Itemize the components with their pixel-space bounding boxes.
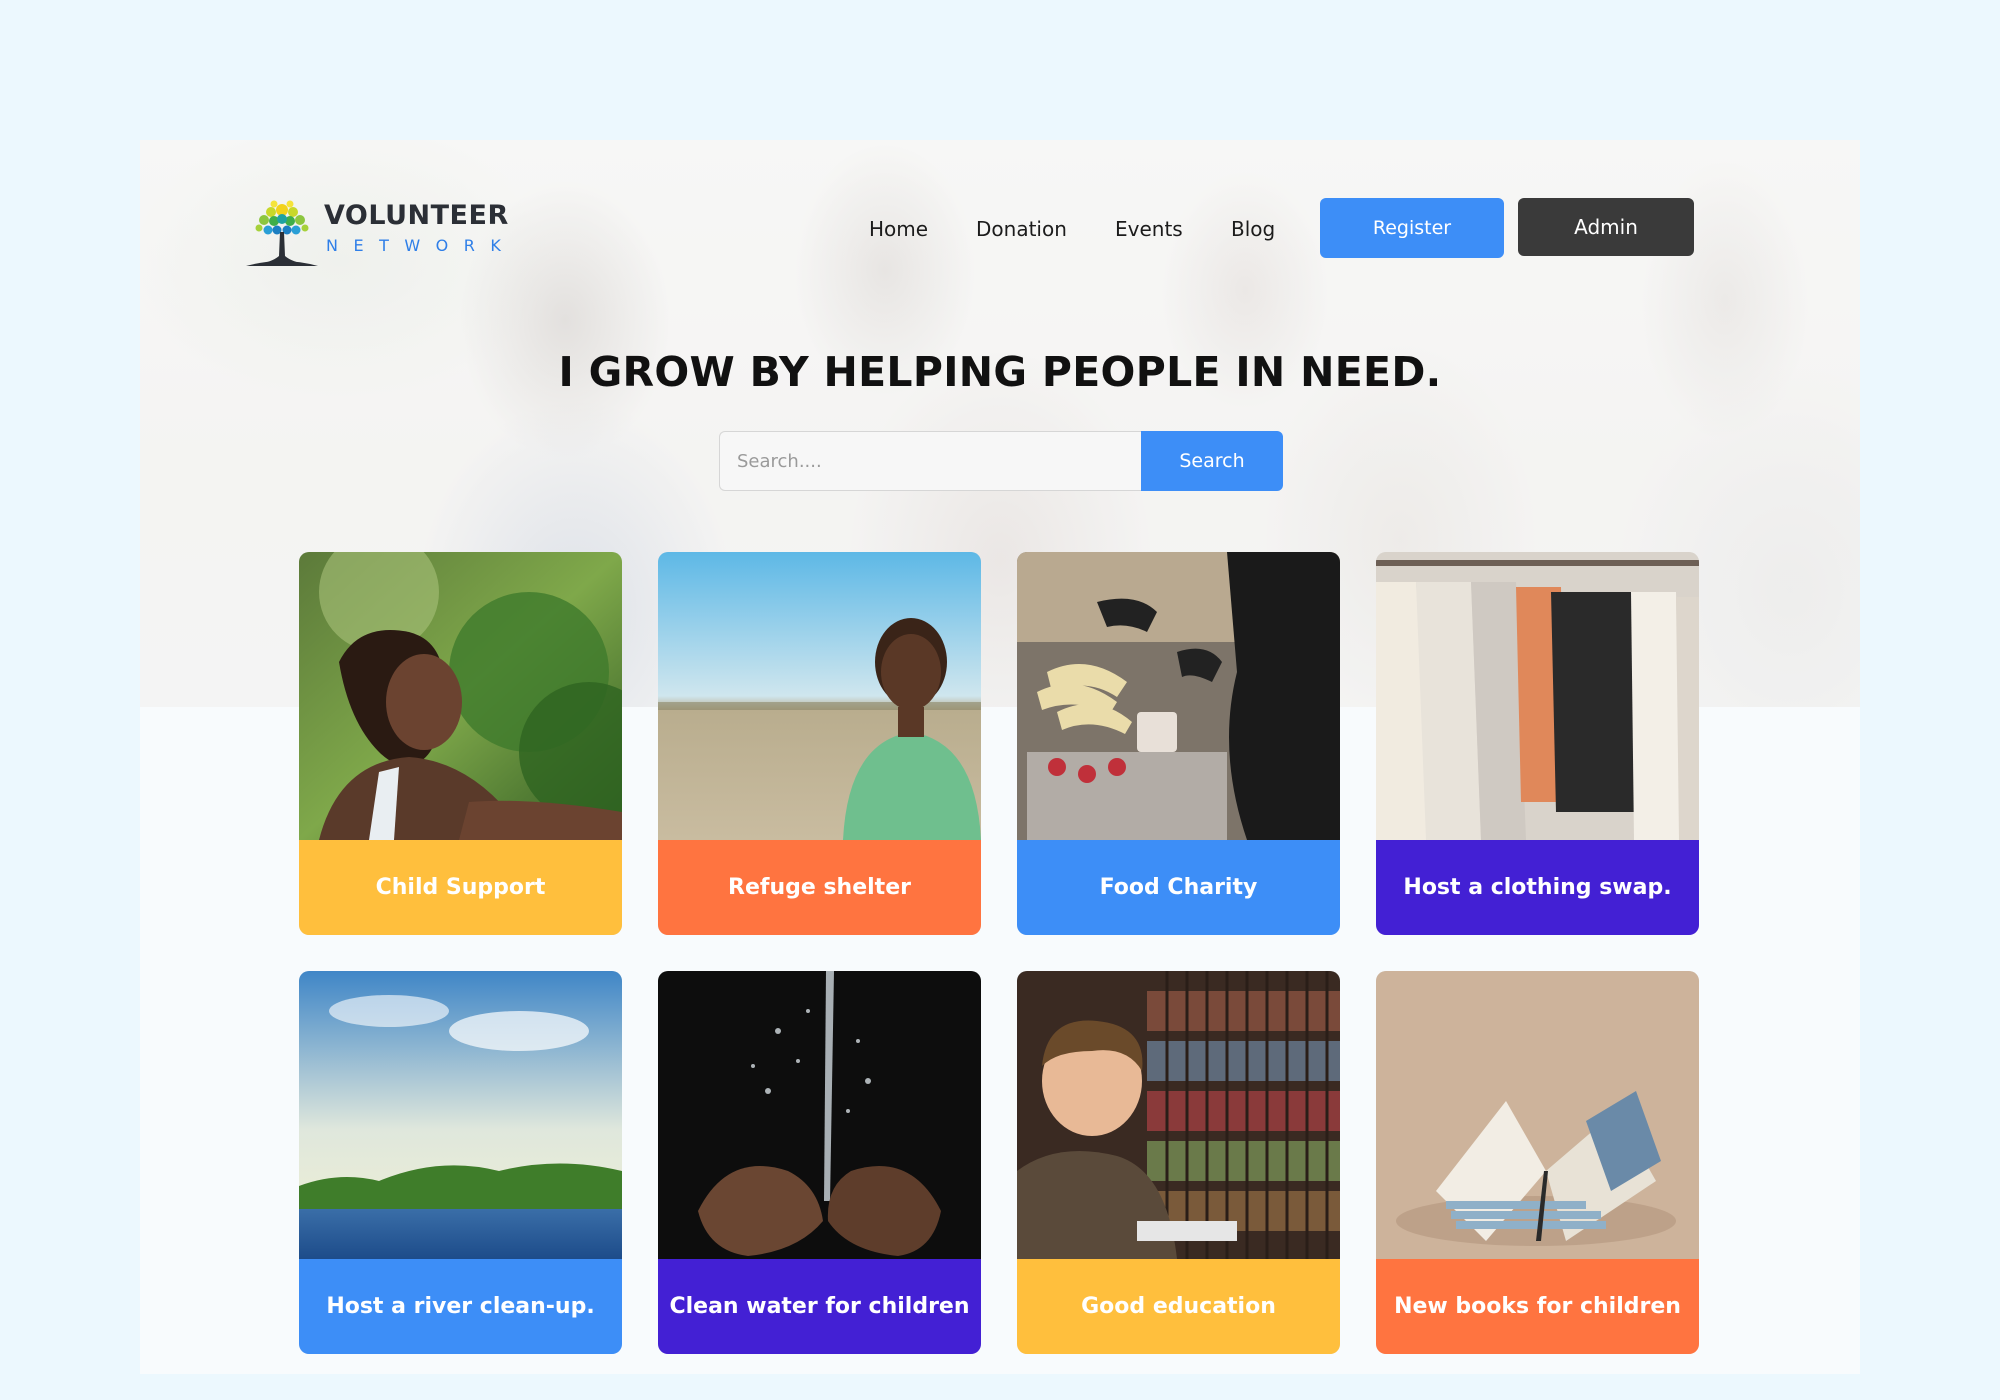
card-image — [299, 971, 622, 1259]
card-refuge-shelter[interactable]: Refuge shelter — [658, 552, 981, 935]
card-clean-water[interactable]: Clean water for children — [658, 971, 981, 1354]
hero-headline: I GROW BY HELPING PEOPLE IN NEED. — [558, 348, 1442, 396]
admin-button[interactable]: Admin — [1518, 198, 1694, 256]
card-label: Good education — [1017, 1259, 1340, 1354]
card-food-charity[interactable]: Food Charity — [1017, 552, 1340, 935]
card-image — [1376, 971, 1699, 1259]
search-input[interactable] — [719, 431, 1141, 491]
card-clothing-swap[interactable]: Host a clothing swap. — [1376, 552, 1699, 935]
card-river-cleanup[interactable]: Host a river clean-up. — [299, 971, 622, 1354]
card-label: Host a river clean-up. — [299, 1259, 622, 1354]
card-label: Child Support — [299, 840, 622, 935]
nav-link-donation[interactable]: Donation — [976, 217, 1067, 241]
card-good-education[interactable]: Good education — [1017, 971, 1340, 1354]
page-frame: VOLUNTEER NETWORK Home Donation Events B… — [140, 140, 1860, 1374]
card-label: New books for children — [1376, 1259, 1699, 1354]
card-new-books[interactable]: New books for children — [1376, 971, 1699, 1354]
card-child-support[interactable]: Child Support — [299, 552, 622, 935]
card-label: Clean water for children — [658, 1259, 981, 1354]
nav-link-events[interactable]: Events — [1115, 217, 1183, 241]
search-bar: Search — [719, 431, 1283, 491]
card-image — [1017, 552, 1340, 840]
card-image — [1376, 552, 1699, 840]
nav-link-home[interactable]: Home — [869, 217, 928, 241]
search-button[interactable]: Search — [1141, 431, 1283, 491]
card-label: Food Charity — [1017, 840, 1340, 935]
card-image — [658, 971, 981, 1259]
card-image — [1017, 971, 1340, 1259]
card-image — [658, 552, 981, 840]
register-button[interactable]: Register — [1320, 198, 1504, 258]
card-label: Host a clothing swap. — [1376, 840, 1699, 935]
nav-link-blog[interactable]: Blog — [1231, 217, 1275, 241]
card-label: Refuge shelter — [658, 840, 981, 935]
card-image — [299, 552, 622, 840]
